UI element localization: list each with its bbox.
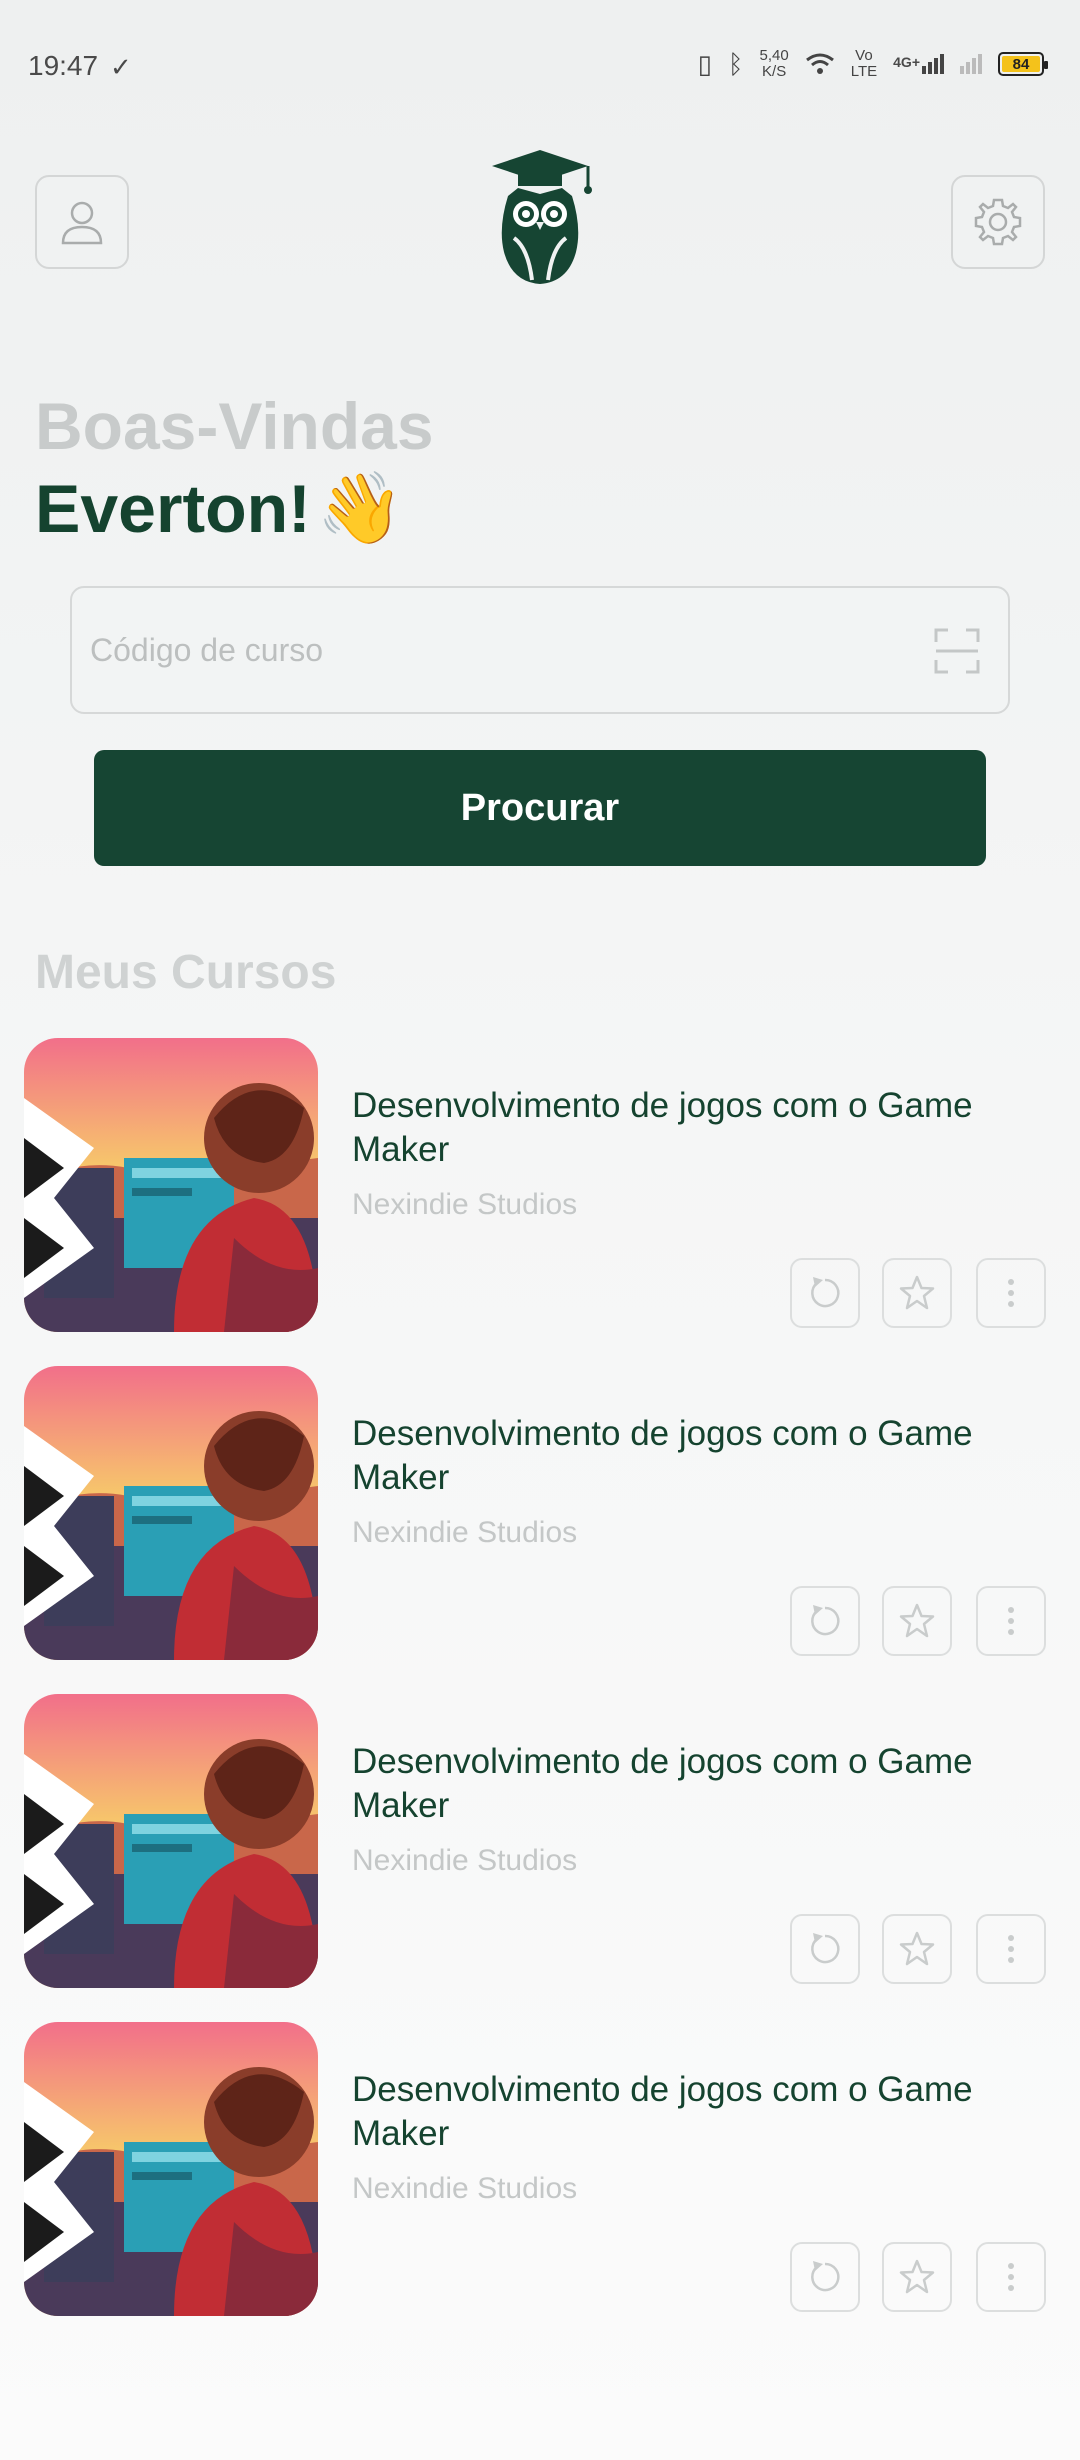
battery-level: 84 xyxy=(1002,56,1040,73)
course-thumbnail xyxy=(24,1366,318,1660)
volte-bottom: LTE xyxy=(850,63,878,80)
network-speed: 5,40 K/S xyxy=(760,48,789,80)
more-options-button[interactable] xyxy=(976,1914,1046,1984)
more-options-button[interactable] xyxy=(976,1258,1046,1328)
course-card[interactable]: Desenvolvimento de jogos com o Game Make… xyxy=(24,1694,1056,1990)
bluetooth-icon: ᛒ xyxy=(727,48,744,79)
more-vertical-icon xyxy=(1008,1607,1014,1635)
course-code-input[interactable] xyxy=(90,631,910,669)
course-thumbnail xyxy=(24,1038,318,1332)
replay-icon xyxy=(811,1933,840,1964)
restart-course-button[interactable] xyxy=(790,1258,860,1328)
more-vertical-icon xyxy=(1008,1279,1014,1307)
my-courses-title: Meus Cursos xyxy=(35,946,337,999)
course-title: Desenvolvimento de jogos com o Game Make… xyxy=(352,1742,973,1825)
vibrate-icon: ▯ xyxy=(697,48,712,79)
course-card[interactable]: Desenvolvimento de jogos com o Game Make… xyxy=(24,2022,1056,2318)
user-name: Everton! xyxy=(35,471,311,547)
network-type: 4G+ xyxy=(893,54,920,70)
replay-icon xyxy=(811,1605,840,1636)
course-title: Desenvolvimento de jogos com o Game Make… xyxy=(352,2070,973,2153)
welcome-name-row: Everton! 👋 xyxy=(35,468,404,550)
speed-unit: K/S xyxy=(762,63,787,80)
more-vertical-icon xyxy=(1008,1935,1014,1963)
wifi-icon xyxy=(805,53,834,74)
restart-course-button[interactable] xyxy=(790,2242,860,2312)
replay-icon xyxy=(811,1277,840,1308)
more-vertical-icon xyxy=(1008,2263,1014,2291)
status-icons: ▯ ᛒ 5,40 K/S Vo LTE 4G+ 84 xyxy=(697,48,1048,80)
course-author: Nexindie Studios xyxy=(352,1188,578,1221)
star-icon xyxy=(899,1603,935,1638)
course-card[interactable]: Desenvolvimento de jogos com o Game Make… xyxy=(24,1038,1056,1334)
search-button[interactable]: Procurar xyxy=(94,750,986,866)
scan-icon[interactable] xyxy=(932,626,982,676)
more-options-button[interactable] xyxy=(976,2242,1046,2312)
download-done-icon: ✓ xyxy=(110,52,132,82)
more-options-button[interactable] xyxy=(976,1586,1046,1656)
status-bar: 19:47 ✓ ▯ ᛒ 5,40 K/S Vo LTE 4G+ 84 xyxy=(0,0,1080,130)
owl-graduation-logo xyxy=(492,150,592,284)
volte-top: Vo xyxy=(855,47,873,64)
settings-button[interactable] xyxy=(951,175,1045,269)
course-author: Nexindie Studios xyxy=(352,2172,578,2205)
course-title: Desenvolvimento de jogos com o Game Make… xyxy=(352,1414,973,1497)
course-thumbnail xyxy=(24,1694,318,1988)
star-icon xyxy=(899,1275,935,1310)
user-icon xyxy=(61,201,103,245)
course-title: Desenvolvimento de jogos com o Game Make… xyxy=(352,1086,973,1169)
favorite-button[interactable] xyxy=(882,1258,952,1328)
favorite-button[interactable] xyxy=(882,1914,952,1984)
battery-icon: 84 xyxy=(998,52,1048,76)
course-code-field[interactable] xyxy=(70,586,1010,714)
waving-hand-emoji: 👋 xyxy=(316,469,404,547)
favorite-button[interactable] xyxy=(882,2242,952,2312)
restart-course-button[interactable] xyxy=(790,1914,860,1984)
signal-empty-icon xyxy=(960,54,982,74)
course-card[interactable]: Desenvolvimento de jogos com o Game Make… xyxy=(24,1366,1056,1662)
course-author: Nexindie Studios xyxy=(352,1844,578,1877)
course-author: Nexindie Studios xyxy=(352,1516,578,1549)
restart-course-button[interactable] xyxy=(790,1586,860,1656)
volte-indicator: Vo LTE xyxy=(851,48,877,80)
status-time: 19:47 xyxy=(28,50,99,81)
replay-icon xyxy=(811,2261,840,2292)
welcome-greeting: Boas-Vindas xyxy=(35,389,434,463)
signal-4g-icon: 4G+ xyxy=(893,54,944,74)
profile-button[interactable] xyxy=(35,175,129,269)
course-thumbnail xyxy=(24,2022,318,2316)
favorite-button[interactable] xyxy=(882,1586,952,1656)
gear-icon xyxy=(974,198,1022,246)
speed-value: 5,40 xyxy=(759,47,789,64)
star-icon xyxy=(899,2259,935,2294)
star-icon xyxy=(899,1931,935,1966)
